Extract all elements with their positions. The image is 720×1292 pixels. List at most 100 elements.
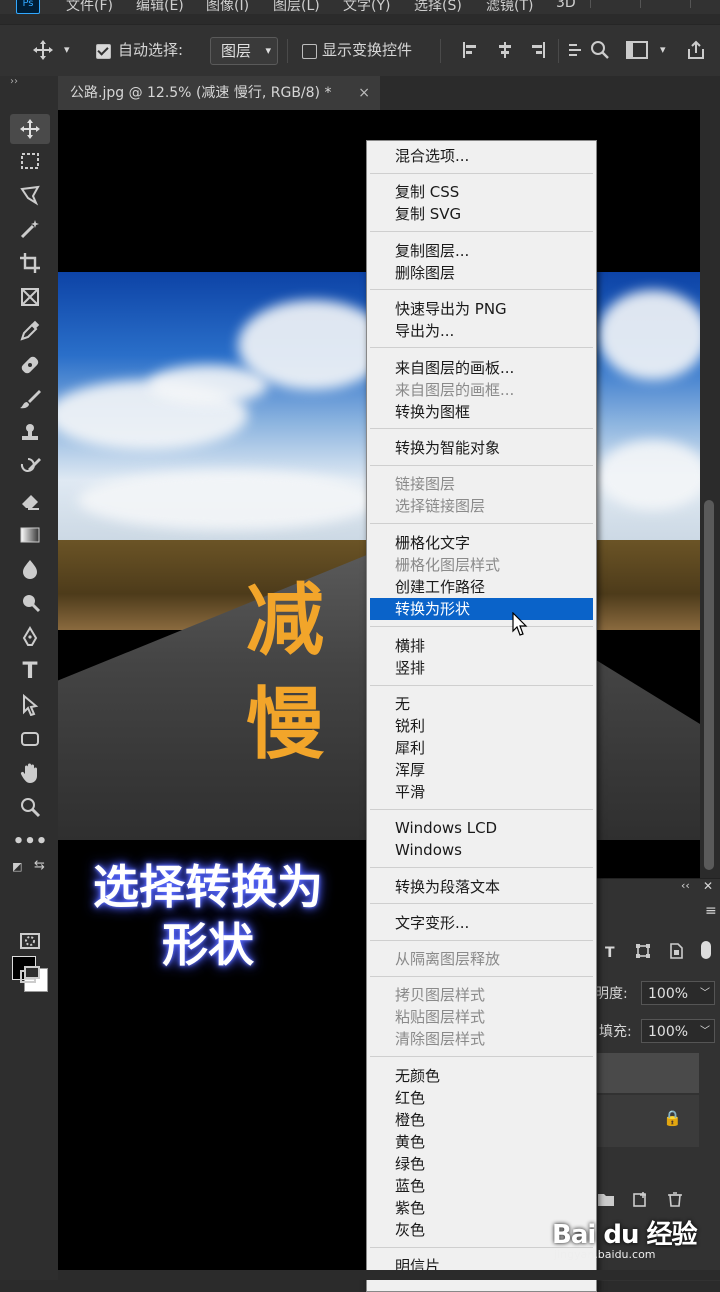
clone-stamp-tool-icon[interactable]	[10, 418, 50, 448]
close-icon[interactable]: ×	[358, 76, 370, 110]
menu-item-create-work-path[interactable]: 创建工作路径	[367, 576, 596, 598]
menu-item-windows-lcd[interactable]: Windows LCD	[367, 817, 596, 839]
blur-tool-icon[interactable]	[10, 554, 50, 584]
window-maximize-button[interactable]	[640, 0, 653, 8]
chevron-down-icon[interactable]: ▾	[660, 37, 666, 63]
layer-row-background[interactable]: 🔒	[595, 1095, 699, 1147]
opacity-input[interactable]: 100% ﹀	[641, 981, 715, 1005]
menu-item-blending-options[interactable]: 混合选项...	[367, 145, 596, 167]
menu-item-quick-export-png[interactable]: 快速导出为 PNG	[367, 298, 596, 320]
hand-tool-icon[interactable]	[10, 758, 50, 788]
canvas-scrollbar[interactable]	[700, 110, 720, 880]
close-icon[interactable]: ✕	[703, 879, 713, 893]
shape-filter-icon[interactable]	[635, 943, 651, 963]
share-icon[interactable]	[686, 37, 706, 63]
dodge-tool-icon[interactable]	[10, 588, 50, 618]
menu-item-orange[interactable]: 橙色	[367, 1109, 596, 1131]
menu-item-yellow[interactable]: 黄色	[367, 1131, 596, 1153]
document-tab[interactable]: 公路.jpg @ 12.5% (减速 慢行, RGB/8) * ×	[58, 76, 380, 110]
menu-item-antialias-strong[interactable]: 浑厚	[367, 759, 596, 781]
menu-item-horizontal[interactable]: 横排	[367, 635, 596, 657]
show-transform-checkbox[interactable]	[302, 44, 317, 59]
menu-separator	[370, 626, 593, 627]
zoom-tool-icon[interactable]	[10, 792, 50, 822]
menu-item-duplicate-layer[interactable]: 复制图层...	[367, 240, 596, 262]
brush-tool-icon[interactable]	[10, 384, 50, 414]
align-left-icon[interactable]	[462, 37, 480, 63]
quick-mask-icon[interactable]	[10, 926, 50, 956]
default-colors-icon[interactable]: ◩	[12, 860, 22, 873]
swap-colors-icon[interactable]: ⇆	[34, 858, 45, 873]
menu-item-blue[interactable]: 蓝色	[367, 1175, 596, 1197]
tutorial-caption-line1: 选择转换为	[93, 860, 323, 914]
photoshop-logo-icon[interactable]: Ps	[16, 0, 40, 14]
menu-3d[interactable]: 3D	[556, 0, 576, 11]
healing-brush-tool-icon[interactable]	[10, 350, 50, 380]
align-center-icon[interactable]	[496, 37, 514, 63]
collapse-panel-icon[interactable]: ››	[10, 76, 18, 87]
menu-image[interactable]: 图像(I)	[206, 0, 249, 14]
move-tool-preset-icon[interactable]	[32, 37, 54, 63]
menu-item-antialias-sharp[interactable]: 锐利	[367, 715, 596, 737]
history-brush-tool-icon[interactable]	[10, 452, 50, 482]
menu-item-convert-to-shape[interactable]: 转换为形状	[370, 598, 593, 620]
smart-object-filter-icon[interactable]	[669, 943, 683, 963]
gradient-tool-icon[interactable]	[10, 520, 50, 550]
menu-item-green[interactable]: 绿色	[367, 1153, 596, 1175]
menu-item-vertical[interactable]: 竖排	[367, 657, 596, 679]
chevron-down-icon[interactable]: ▾	[64, 37, 70, 63]
align-right-icon[interactable]	[528, 37, 546, 63]
eyedropper-tool-icon[interactable]	[10, 316, 50, 346]
menu-type[interactable]: 文字(Y)	[343, 0, 390, 14]
fill-input[interactable]: 100% ﹀	[641, 1019, 715, 1043]
pen-tool-icon[interactable]	[10, 622, 50, 652]
search-icon[interactable]	[590, 37, 610, 63]
menu-item-convert-to-smart-object[interactable]: 转换为智能对象	[367, 437, 596, 459]
menu-item-rasterize-type[interactable]: 栅格化文字	[367, 532, 596, 554]
layer-row-selected[interactable]	[595, 1053, 699, 1093]
rectangle-tool-icon[interactable]	[10, 724, 50, 754]
menu-item-convert-to-frame[interactable]: 转换为图框	[367, 401, 596, 423]
magic-wand-tool-icon[interactable]	[10, 214, 50, 244]
auto-select-target-select[interactable]: 图层 ▾	[210, 37, 278, 65]
menu-item-copy-css[interactable]: 复制 CSS	[367, 181, 596, 203]
menu-item-delete-layer[interactable]: 删除图层	[367, 262, 596, 284]
window-close-button[interactable]	[690, 0, 703, 8]
screen-mode-icon[interactable]	[10, 960, 50, 990]
menu-item-red[interactable]: 红色	[367, 1087, 596, 1109]
filter-toggle-switch[interactable]	[701, 941, 711, 959]
type-tool-icon[interactable]: T	[10, 656, 50, 686]
path-selection-tool-icon[interactable]	[10, 690, 50, 720]
canvas-scrollbar-thumb[interactable]	[704, 500, 714, 870]
menu-item-antialias-crisp[interactable]: 犀利	[367, 737, 596, 759]
menu-item-copy-svg[interactable]: 复制 SVG	[367, 203, 596, 225]
menu-item-export-as[interactable]: 导出为...	[367, 320, 596, 342]
type-filter-icon[interactable]: T	[605, 945, 615, 961]
menu-item-no-color[interactable]: 无颜色	[367, 1065, 596, 1087]
menu-filter[interactable]: 滤镜(T)	[486, 0, 533, 14]
workspace-icon[interactable]	[626, 37, 648, 63]
lasso-tool-icon[interactable]	[10, 180, 50, 210]
menu-layer[interactable]: 图层(L)	[273, 0, 320, 14]
menu-item-warp-text[interactable]: 文字变形...	[367, 912, 596, 934]
menu-file[interactable]: 文件(F)	[66, 0, 113, 14]
move-tool-icon[interactable]	[10, 114, 50, 144]
more-tools-icon[interactable]: •••	[10, 826, 50, 856]
menu-select[interactable]: 选择(S)	[414, 0, 462, 14]
distribute-icon[interactable]	[568, 37, 582, 63]
frame-tool-icon[interactable]	[10, 282, 50, 312]
menu-item-convert-to-paragraph-text[interactable]: 转换为段落文本	[367, 876, 596, 898]
marquee-tool-icon[interactable]	[10, 146, 50, 176]
eraser-tool-icon[interactable]	[10, 486, 50, 516]
collapse-panel-icon[interactable]: ‹‹	[681, 879, 690, 892]
menu-edit[interactable]: 编辑(E)	[136, 0, 184, 14]
menu-item-antialias-none[interactable]: 无	[367, 693, 596, 715]
crop-tool-icon[interactable]	[10, 248, 50, 278]
auto-select-checkbox[interactable]	[96, 44, 111, 59]
menu-item-windows[interactable]: Windows	[367, 839, 596, 861]
window-minimize-button[interactable]	[590, 0, 603, 8]
separator	[558, 39, 559, 63]
panel-menu-icon[interactable]: ≡	[705, 903, 717, 919]
menu-item-artboard-from-layers[interactable]: 来自图层的画板...	[367, 357, 596, 379]
menu-item-antialias-smooth[interactable]: 平滑	[367, 781, 596, 803]
